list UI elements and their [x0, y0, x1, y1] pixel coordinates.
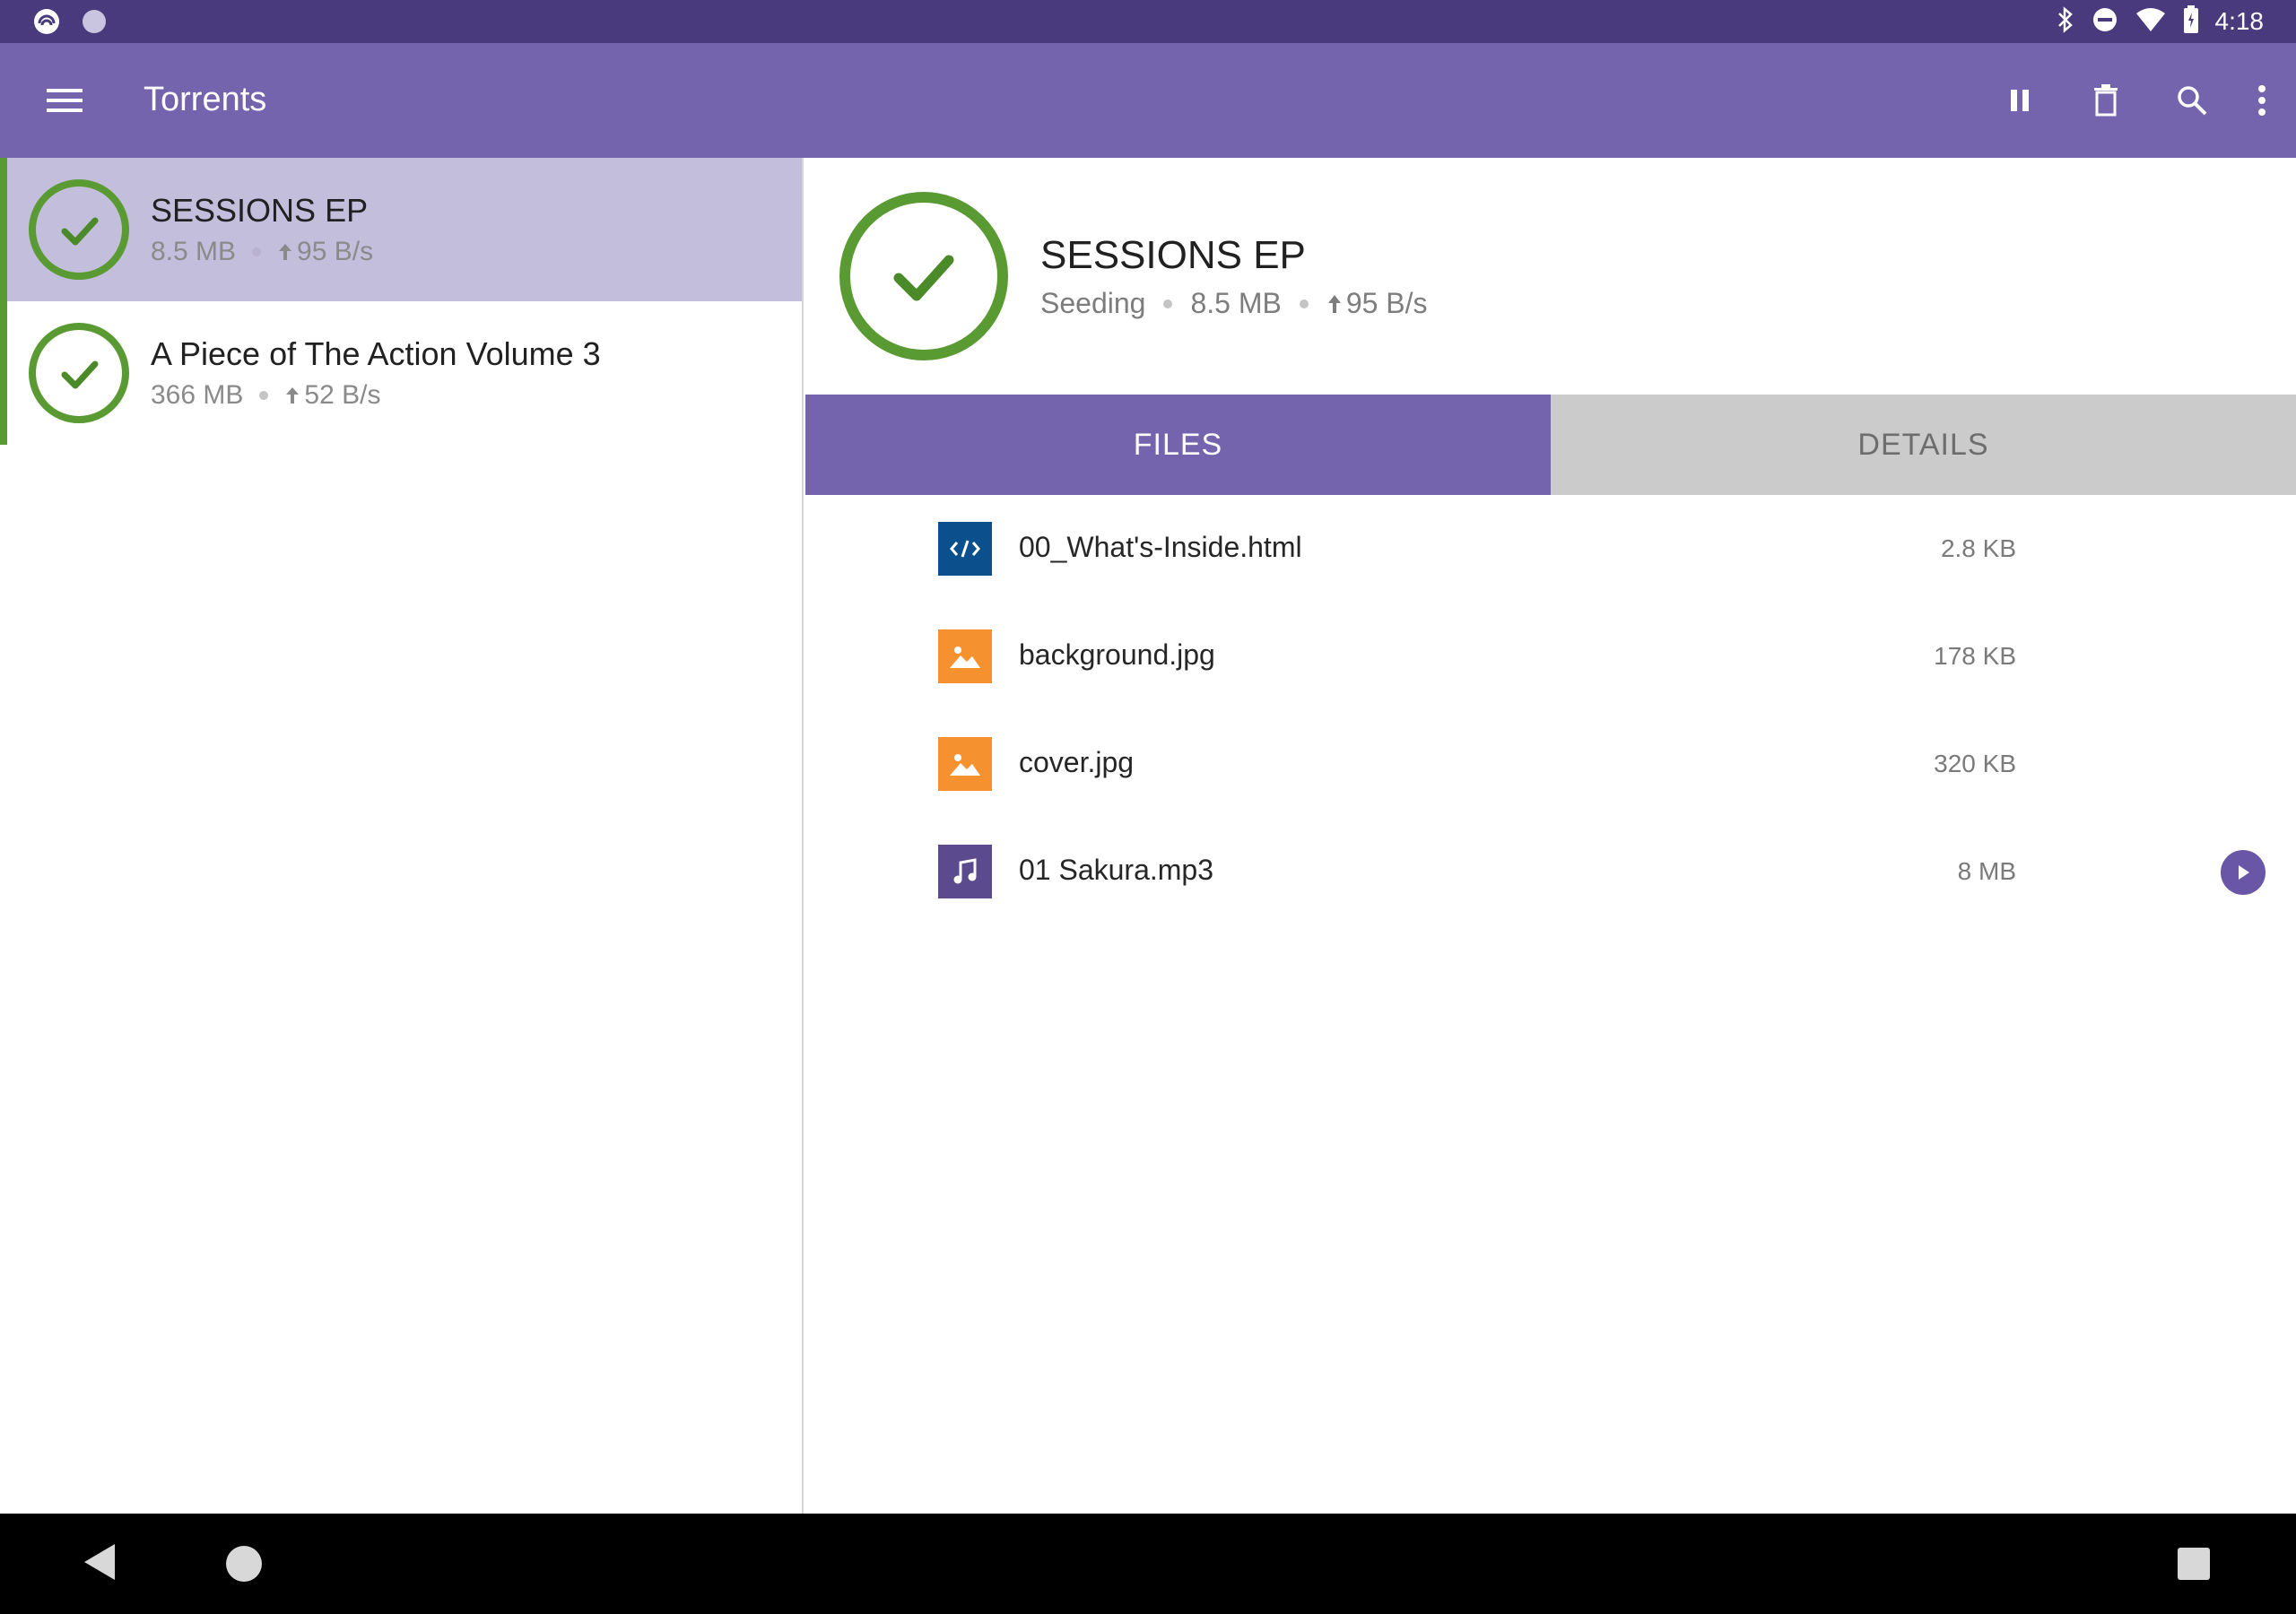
torrent-upload-speed: 95 B/s: [297, 237, 374, 266]
upload-arrow-icon: [284, 386, 300, 405]
pause-icon: [2011, 90, 2029, 111]
detail-pane: SESSIONS EP Seeding 8.5 MB 95 B/s FILES …: [805, 158, 2296, 1514]
separator-dot: [259, 391, 269, 400]
torrent-meta: 8.5 MB 95 B/s: [151, 237, 373, 267]
file-list: 00_What's-Inside.html 2.8 KB background.…: [805, 495, 2296, 925]
menu-icon: [47, 89, 83, 112]
detail-header: SESSIONS EP Seeding 8.5 MB 95 B/s: [805, 158, 2296, 395]
detail-size: 8.5 MB: [1190, 287, 1282, 319]
torrent-item[interactable]: A Piece of The Action Volume 3 366 MB 52…: [0, 301, 802, 445]
file-size: 320 KB: [1934, 750, 2016, 777]
upload-arrow-icon: [1326, 293, 1343, 315]
progress-ring-complete-icon: [839, 192, 1008, 360]
music-note-icon: [938, 845, 992, 898]
file-size: 2.8 KB: [1940, 534, 2016, 562]
detail-status: Seeding: [1040, 287, 1146, 319]
image-icon: [938, 629, 992, 683]
file-name: 00_What's-Inside.html: [1019, 531, 1302, 563]
detail-meta: Seeding 8.5 MB 95 B/s: [1040, 287, 1428, 320]
torrent-meta: 366 MB 52 B/s: [151, 380, 380, 411]
file-row[interactable]: 00_What's-Inside.html 2.8 KB: [805, 495, 2296, 603]
back-triangle-icon: [84, 1544, 115, 1580]
status-time: 4:18: [2214, 7, 2265, 35]
play-button[interactable]: [2221, 850, 2266, 895]
tab-bar: FILES DETAILS: [805, 395, 2296, 495]
back-button[interactable]: [83, 1542, 117, 1586]
detail-upload-speed: 95 B/s: [1345, 287, 1428, 319]
file-name: cover.jpg: [1019, 746, 1135, 778]
pause-button[interactable]: [1977, 65, 2063, 136]
file-name: 01 Sakura.mp3: [1019, 854, 1214, 886]
tab-details[interactable]: DETAILS: [1551, 395, 2296, 495]
torrent-size: 8.5 MB: [151, 237, 237, 266]
status-bar: 4:18: [0, 0, 2296, 43]
search-icon: [2178, 86, 2207, 116]
file-row[interactable]: background.jpg 178 KB: [805, 603, 2296, 710]
torrent-name: A Piece of The Action Volume 3: [151, 335, 601, 372]
recents-button[interactable]: [2178, 1548, 2210, 1580]
upload-arrow-icon: [277, 242, 293, 262]
torrent-name: SESSIONS EP: [151, 192, 369, 229]
separator-dot: [1299, 299, 1309, 308]
play-icon: [2239, 865, 2249, 880]
file-row[interactable]: 01 Sakura.mp3 8 MB: [805, 818, 2296, 925]
tab-files[interactable]: FILES: [805, 395, 1551, 495]
search-button[interactable]: [2149, 65, 2235, 136]
more-vert-icon: [2258, 85, 2266, 116]
app-notification-icon: [32, 7, 61, 40]
file-name: background.jpg: [1019, 638, 1215, 671]
circle-notification-icon: [81, 8, 108, 39]
system-nav-bar: [0, 1514, 2296, 1614]
delete-button[interactable]: [2063, 65, 2149, 136]
separator-dot: [1163, 299, 1173, 308]
bluetooth-icon: [2056, 5, 2075, 38]
menu-button[interactable]: [36, 79, 93, 122]
delete-icon: [2094, 84, 2118, 117]
image-icon: [938, 737, 992, 791]
wifi-icon: [2135, 6, 2167, 38]
detail-torrent-name: SESSIONS EP: [1040, 233, 1306, 277]
html-code-icon: [938, 522, 992, 576]
more-options-button[interactable]: [2235, 65, 2289, 136]
progress-ring-complete-icon: [29, 179, 129, 280]
progress-ring-complete-icon: [29, 323, 129, 423]
torrent-list: SESSIONS EP 8.5 MB 95 B/s A Piece of The…: [0, 158, 804, 1514]
file-size: 8 MB: [1957, 857, 2016, 885]
home-button[interactable]: [226, 1546, 262, 1582]
separator-dot: [252, 247, 262, 256]
torrent-item[interactable]: SESSIONS EP 8.5 MB 95 B/s: [0, 158, 802, 301]
page-title: Torrents: [144, 81, 267, 118]
file-size: 178 KB: [1934, 642, 2016, 670]
battery-icon: [2183, 4, 2199, 39]
do-not-disturb-icon: [2092, 6, 2118, 38]
torrent-size: 366 MB: [151, 380, 244, 410]
app-bar: Torrents: [0, 43, 2296, 158]
torrent-upload-speed: 52 B/s: [304, 380, 381, 410]
toolbar: [1977, 65, 2296, 136]
file-row[interactable]: cover.jpg 320 KB: [805, 710, 2296, 818]
